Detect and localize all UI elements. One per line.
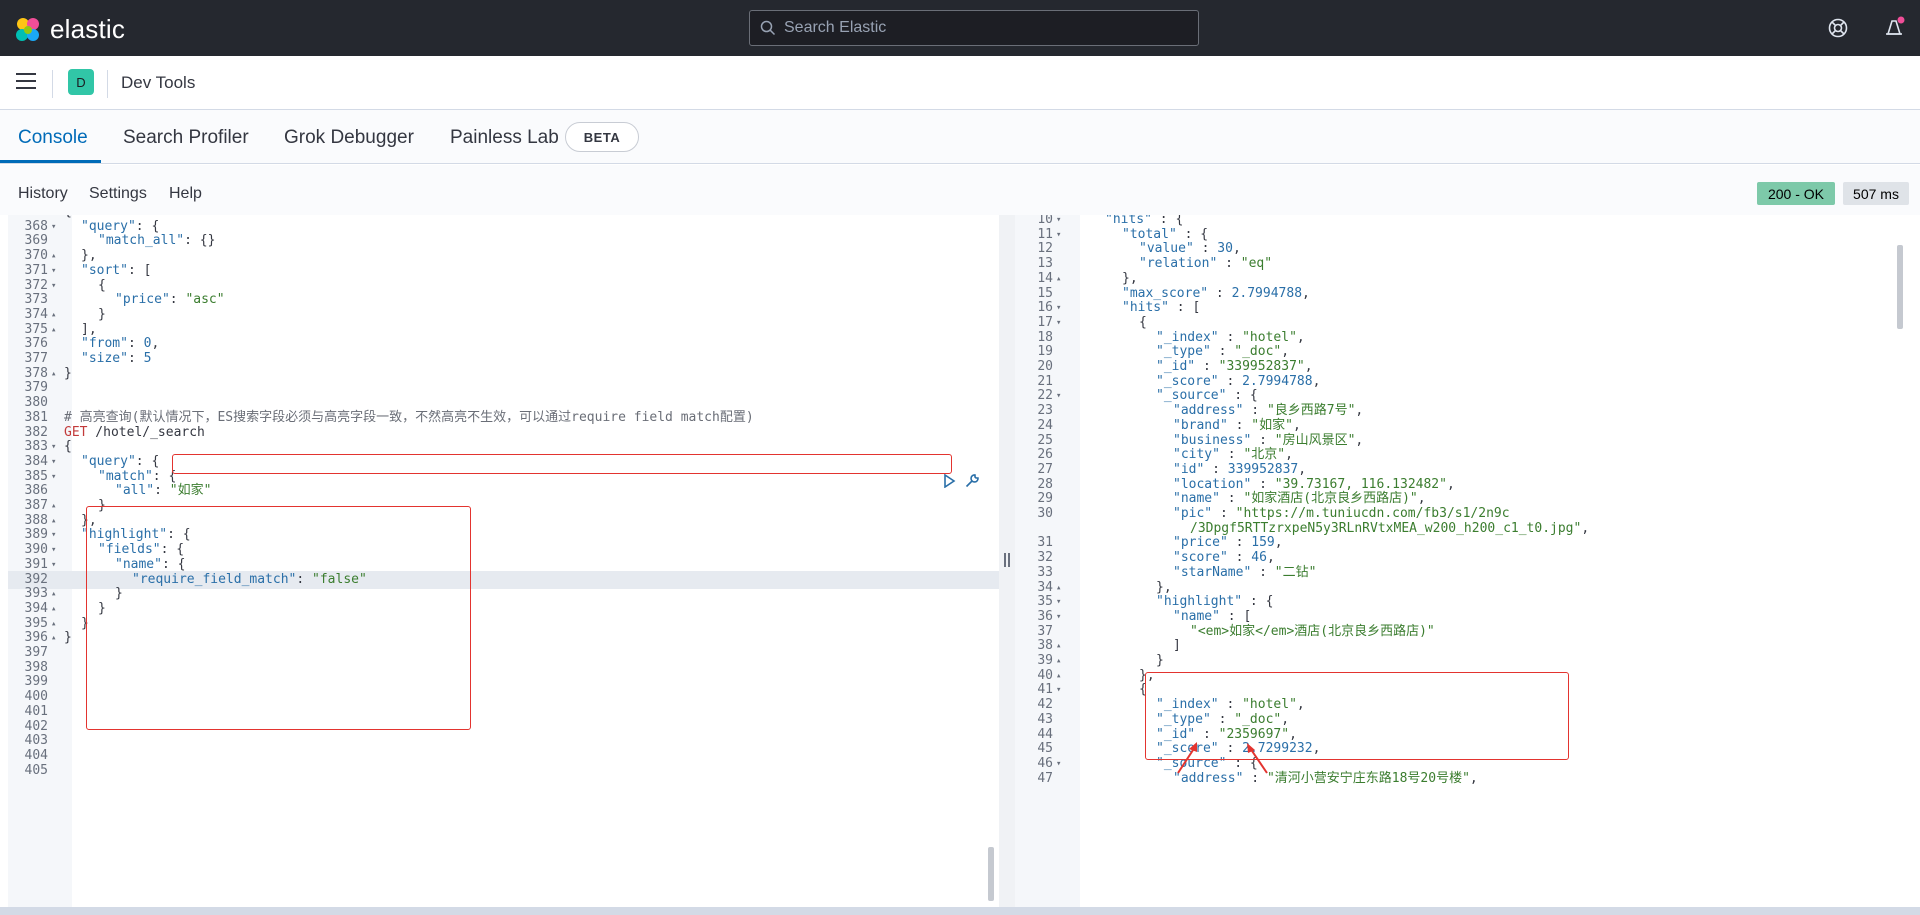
line-number: 405 <box>24 762 48 778</box>
menu-icon[interactable] <box>16 72 38 90</box>
annotation-box <box>172 454 952 474</box>
console-toolbar <box>0 165 1920 215</box>
notification-icon[interactable] <box>1882 16 1906 40</box>
scrollbar[interactable] <box>988 847 994 901</box>
tab-grok-debugger[interactable]: Grok Debugger <box>284 127 414 149</box>
help-link[interactable]: Help <box>169 185 202 203</box>
tab-painless-lab[interactable]: Painless Lab <box>450 127 559 149</box>
search-icon <box>760 20 776 36</box>
code-line: 47 "address" : "清河小营安宁庄东路18号20号楼", <box>1015 770 1905 788</box>
request-editor[interactable]: 367{368▾"query": {369"match_all": {}370▴… <box>8 215 999 907</box>
top-header: elastic Search Elastic <box>0 0 1920 56</box>
status-badge: 200 - OK <box>1757 182 1835 205</box>
divider <box>107 70 108 98</box>
help-icon[interactable] <box>1826 16 1850 40</box>
pane-resizer[interactable] <box>999 215 1015 907</box>
tab-search-profiler[interactable]: Search Profiler <box>123 127 249 149</box>
elastic-logo[interactable]: elastic <box>14 14 125 45</box>
elastic-logo-icon <box>16 17 39 41</box>
brand-name: elastic <box>50 14 126 44</box>
settings-link[interactable]: Settings <box>89 185 147 203</box>
active-tab-indicator <box>0 160 101 163</box>
beta-badge: BETA <box>565 122 639 152</box>
response-viewer[interactable]: 10 ▾ "hits" : {11 ▾ "total" : {12 "value" : 3… <box>1015 215 1912 907</box>
line-number: 47 <box>1037 770 1053 786</box>
scrollbar[interactable] <box>1897 245 1903 329</box>
code-line: 405 <box>8 762 999 780</box>
search-placeholder: Search Elastic <box>784 19 887 36</box>
breadcrumb: Dev Tools <box>121 73 196 92</box>
tab-console[interactable]: Console <box>18 127 88 149</box>
search-input[interactable]: Search Elastic <box>749 10 1199 46</box>
space-avatar[interactable]: D <box>68 69 94 95</box>
breadcrumb-bar <box>0 56 1920 110</box>
annotation-box <box>86 506 471 730</box>
history-link[interactable]: History <box>18 185 68 203</box>
play-icon[interactable] <box>942 474 956 488</box>
annotation-arrows <box>1177 742 1268 774</box>
divider <box>52 70 53 98</box>
bottom-border <box>0 907 1920 915</box>
response-time-badge: 507 ms <box>1843 182 1909 205</box>
wrench-icon[interactable] <box>964 473 980 489</box>
